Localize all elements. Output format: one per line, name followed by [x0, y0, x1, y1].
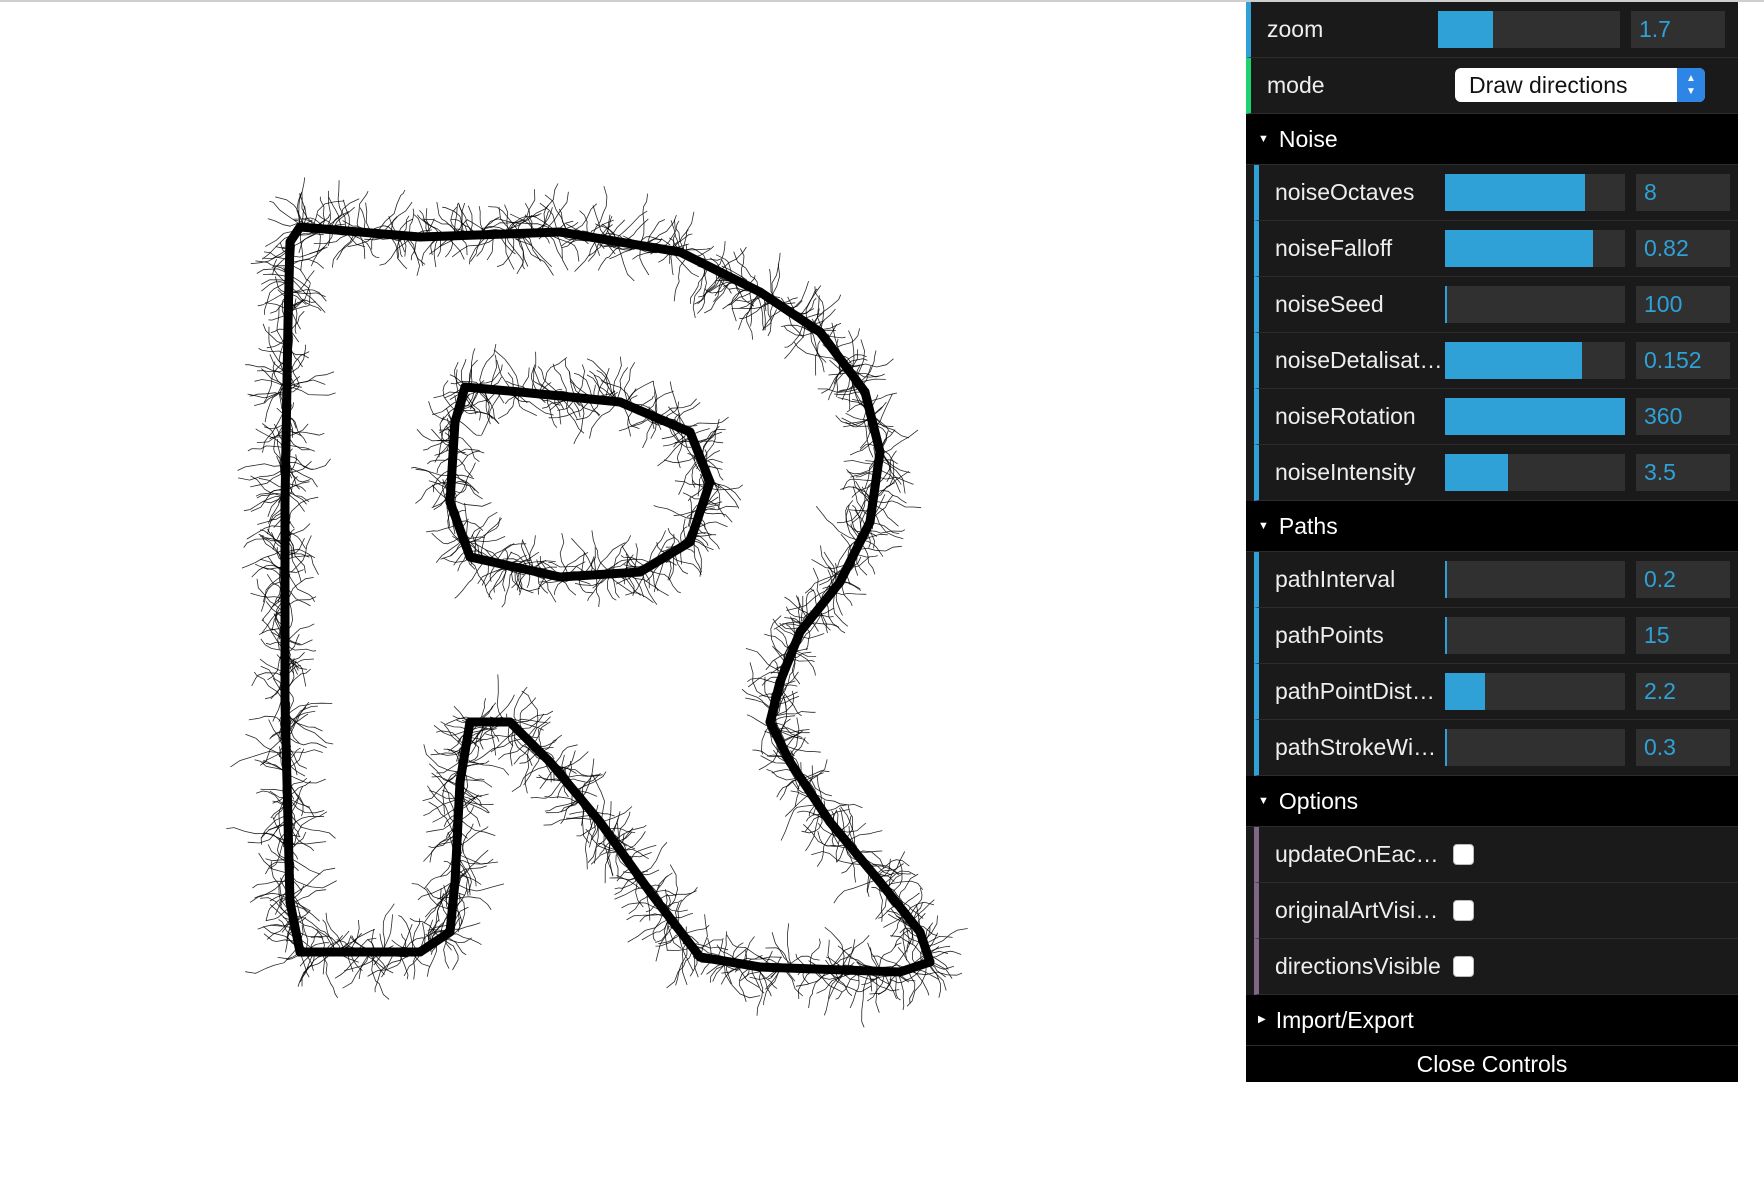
folder-title-label: Import/Export [1275, 1007, 1414, 1033]
number-input[interactable]: 100 [1636, 286, 1730, 323]
folder-import-export: ▶ Import/Export [1246, 995, 1738, 1046]
update-on-each-control: updateOnEach… [1254, 827, 1738, 883]
control-label: directionsVisible [1275, 953, 1441, 979]
slider[interactable] [1445, 342, 1625, 379]
control-label: noiseSeed [1275, 291, 1384, 317]
control-label: pathInterval [1275, 566, 1396, 592]
triangle-down-icon: ▼ [1258, 132, 1269, 145]
noise-detalisati-control: noiseDetalisati… 0.152 [1254, 333, 1738, 389]
folder-title-noise[interactable]: ▼ Noise [1246, 114, 1738, 165]
folder-noise: ▼ Noise noiseOctaves 8 noiseFalloff 0.82 noise… [1246, 114, 1738, 501]
original-art-visib-control: originalArtVisib… [1254, 883, 1738, 939]
mode-control: mode Draw directions ▲ ▼ [1246, 58, 1738, 114]
number-input[interactable]: 3.5 [1636, 454, 1730, 491]
art-canvas[interactable] [0, 2, 1240, 1182]
slider[interactable] [1445, 286, 1625, 323]
slider[interactable] [1445, 230, 1625, 267]
slider-fill [1445, 286, 1447, 323]
number-input[interactable]: 2.2 [1636, 673, 1730, 710]
control-label: noiseFalloff [1275, 235, 1393, 261]
slider[interactable] [1438, 11, 1620, 48]
path-point-dista-control: pathPointDista… 2.2 [1254, 664, 1738, 720]
noise-rotation-control: noiseRotation 360 [1254, 389, 1738, 445]
folder-paths: ▼ Paths pathInterval 0.2 pathPoints 15 pathPoi… [1246, 501, 1738, 776]
number-input[interactable]: 360 [1636, 398, 1730, 435]
slider-fill [1445, 561, 1447, 598]
control-label: pathStrokeWidth [1275, 734, 1443, 760]
letter-r-strokes [226, 177, 968, 1028]
control-label: noiseIntensity [1275, 459, 1416, 485]
folder-title-label: Paths [1278, 513, 1338, 539]
number-input[interactable]: 0.3 [1636, 729, 1730, 766]
slider[interactable] [1445, 454, 1625, 491]
noise-octaves-control: noiseOctaves 8 [1254, 165, 1738, 221]
slider[interactable] [1445, 174, 1625, 211]
number-input[interactable]: 8 [1636, 174, 1730, 211]
close-controls-button[interactable]: Close Controls [1246, 1046, 1738, 1082]
triangle-right-icon: ▶ [1258, 1013, 1266, 1025]
slider-fill [1445, 342, 1582, 379]
slider[interactable] [1445, 729, 1625, 766]
slider-fill [1445, 617, 1447, 654]
noise-intensity-control: noiseIntensity 3.5 [1254, 445, 1738, 501]
slider-fill [1438, 11, 1493, 48]
slider-fill [1445, 230, 1593, 267]
controls-panel: zoom 1.7 mode Draw directions ▲ ▼ ▼ Noise noiseO… [1246, 2, 1738, 1082]
path-stroke-width-control: pathStrokeWidth 0.3 [1254, 720, 1738, 776]
checkbox[interactable] [1453, 900, 1474, 921]
noise-falloff-control: noiseFalloff 0.82 [1254, 221, 1738, 277]
control-label: pathPoints [1275, 622, 1384, 648]
slider-fill [1445, 174, 1586, 211]
folder-options: ▼ Options updateOnEach… originalArtVisib… di… [1246, 776, 1738, 995]
slider[interactable] [1445, 617, 1625, 654]
slider[interactable] [1445, 398, 1625, 435]
path-interval-control: pathInterval 0.2 [1254, 552, 1738, 608]
folder-title-paths[interactable]: ▼ Paths [1246, 501, 1738, 552]
control-label: originalArtVisib… [1275, 897, 1443, 923]
slider-fill [1445, 673, 1485, 710]
slider[interactable] [1445, 673, 1625, 710]
select-value: Draw directions [1469, 72, 1628, 98]
mode-select[interactable]: Draw directions ▲ ▼ [1455, 68, 1705, 102]
hairy-letter-r-drawing [226, 177, 968, 1028]
directions-visible-control: directionsVisible [1254, 939, 1738, 995]
folder-title-import-export[interactable]: ▶ Import/Export [1246, 995, 1738, 1046]
checkbox[interactable] [1453, 956, 1474, 977]
number-input[interactable]: 15 [1636, 617, 1730, 654]
slider-fill [1445, 454, 1508, 491]
number-input[interactable]: 0.152 [1636, 342, 1730, 379]
noise-seed-control: noiseSeed 100 [1254, 277, 1738, 333]
triangle-down-icon: ▼ [1258, 794, 1269, 807]
control-label: noiseDetalisati… [1275, 347, 1443, 373]
control-label: updateOnEach… [1275, 841, 1443, 867]
path-points-control: pathPoints 15 [1254, 608, 1738, 664]
select-arrows-icon: ▲ ▼ [1677, 68, 1705, 102]
triangle-down-icon: ▼ [1258, 519, 1269, 532]
checkbox[interactable] [1453, 844, 1474, 865]
number-input[interactable]: 0.82 [1636, 230, 1730, 267]
slider-fill [1445, 729, 1447, 766]
folder-title-options[interactable]: ▼ Options [1246, 776, 1738, 827]
slider-fill [1445, 398, 1625, 435]
slider[interactable] [1445, 561, 1625, 598]
control-label: mode [1267, 72, 1325, 98]
control-label: zoom [1267, 16, 1324, 42]
folder-title-label: Options [1278, 788, 1359, 814]
control-label: noiseRotation [1275, 403, 1416, 429]
number-input[interactable]: 1.7 [1631, 11, 1725, 48]
zoom-control: zoom 1.7 [1246, 2, 1738, 58]
number-input[interactable]: 0.2 [1636, 561, 1730, 598]
control-label: noiseOctaves [1275, 179, 1415, 205]
control-label: pathPointDista… [1275, 678, 1443, 704]
folder-title-label: Noise [1278, 126, 1338, 152]
